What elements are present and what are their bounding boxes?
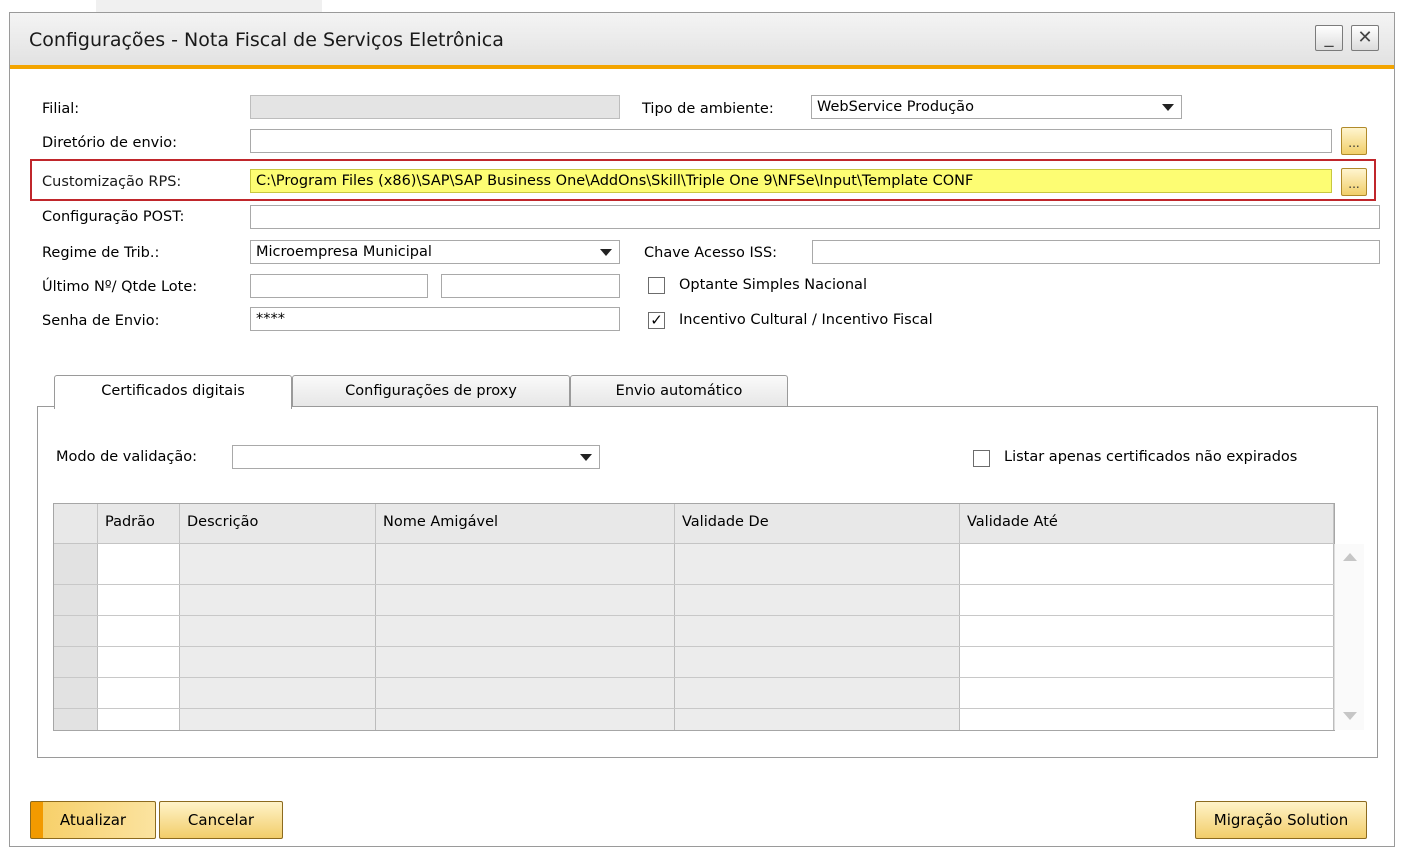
tipo-ambiente-label: Tipo de ambiente:	[642, 101, 774, 117]
filial-field[interactable]	[250, 95, 620, 119]
incentivo-checkbox[interactable]: ✓	[648, 312, 665, 329]
window-title: Configurações - Nota Fiscal de Serviços …	[29, 29, 504, 51]
migracao-button[interactable]: Migração Solution	[1195, 801, 1367, 839]
ultimo-label: Último Nº/ Qtde Lote:	[42, 279, 198, 295]
atualizar-button[interactable]: Atualizar	[30, 801, 156, 839]
table-row[interactable]	[54, 615, 1334, 616]
close-button[interactable]: ✕	[1351, 25, 1379, 51]
tab-proxy[interactable]: Configurações de proxy	[292, 375, 570, 407]
table-row[interactable]	[54, 584, 1334, 585]
regime-value: Microempresa Municipal	[256, 244, 432, 260]
regime-select[interactable]: Microempresa Municipal	[250, 240, 620, 264]
tipo-ambiente-value: WebService Produção	[817, 99, 974, 115]
listar-checkbox[interactable]	[973, 450, 990, 467]
title-bar[interactable]: Configurações - Nota Fiscal de Serviços …	[10, 13, 1394, 69]
close-icon: ✕	[1357, 27, 1373, 48]
chevron-down-icon	[1162, 104, 1174, 111]
filial-label: Filial:	[42, 101, 80, 117]
incentivo-label: Incentivo Cultural / Incentivo Fiscal	[679, 312, 933, 328]
scroll-up-icon[interactable]	[1343, 553, 1357, 561]
certificates-table: Padrão Descrição Nome Amigável Validade …	[53, 503, 1364, 731]
optante-checkbox[interactable]	[648, 277, 665, 294]
senha-label: Senha de Envio:	[42, 313, 160, 329]
diretorio-browse-button[interactable]: ...	[1341, 127, 1367, 155]
table-row[interactable]	[54, 646, 1334, 647]
customizacao-input[interactable]: C:\Program Files (x86)\SAP\SAP Business …	[250, 169, 1332, 193]
customizacao-label: Customização RPS:	[42, 174, 182, 190]
ultimo-input[interactable]	[250, 274, 428, 298]
diretorio-input[interactable]	[250, 129, 1332, 153]
column-header-validade-de[interactable]: Validade De	[675, 504, 960, 544]
chevron-down-icon	[600, 249, 612, 256]
tab-envio[interactable]: Envio automático	[570, 375, 788, 407]
tipo-ambiente-select[interactable]: WebService Produção	[811, 95, 1182, 119]
checkmark-icon: ✓	[650, 311, 663, 329]
row-header-corner	[54, 504, 98, 544]
cancelar-button[interactable]: Cancelar	[159, 801, 283, 839]
column-header-validade-ate[interactable]: Validade Até	[960, 504, 1334, 544]
config-dialog: Configurações - Nota Fiscal de Serviços …	[9, 12, 1395, 847]
column-header-descricao[interactable]: Descrição	[180, 504, 376, 544]
modo-validacao-label: Modo de validação:	[56, 449, 198, 465]
chave-input[interactable]	[812, 240, 1380, 264]
qtde-lote-input[interactable]	[441, 274, 620, 298]
column-header-padrao[interactable]: Padrão	[98, 504, 180, 544]
diretorio-label: Diretório de envio:	[42, 135, 177, 151]
senha-input[interactable]: ****	[250, 307, 620, 331]
regime-label: Regime de Trib.:	[42, 245, 160, 261]
scroll-down-icon[interactable]	[1343, 712, 1357, 720]
minimize-icon: _	[1324, 27, 1334, 48]
optante-label: Optante Simples Nacional	[679, 277, 867, 293]
chevron-down-icon	[580, 454, 592, 461]
modo-validacao-select[interactable]	[232, 445, 600, 469]
background-strip	[96, 0, 322, 12]
customizacao-browse-button[interactable]: ...	[1341, 168, 1367, 196]
column-header-nome[interactable]: Nome Amigável	[376, 504, 675, 544]
table-scrollbar[interactable]	[1334, 544, 1364, 730]
config-post-label: Configuração POST:	[42, 209, 185, 225]
table-row[interactable]	[54, 677, 1334, 678]
minimize-button[interactable]: _	[1315, 25, 1343, 51]
config-post-input[interactable]	[250, 205, 1380, 229]
chave-label: Chave Acesso ISS:	[644, 245, 778, 261]
listar-label: Listar apenas certificados não expirados	[1004, 449, 1298, 465]
table-row[interactable]	[54, 708, 1334, 709]
tab-certificados[interactable]: Certificados digitais	[54, 375, 292, 409]
